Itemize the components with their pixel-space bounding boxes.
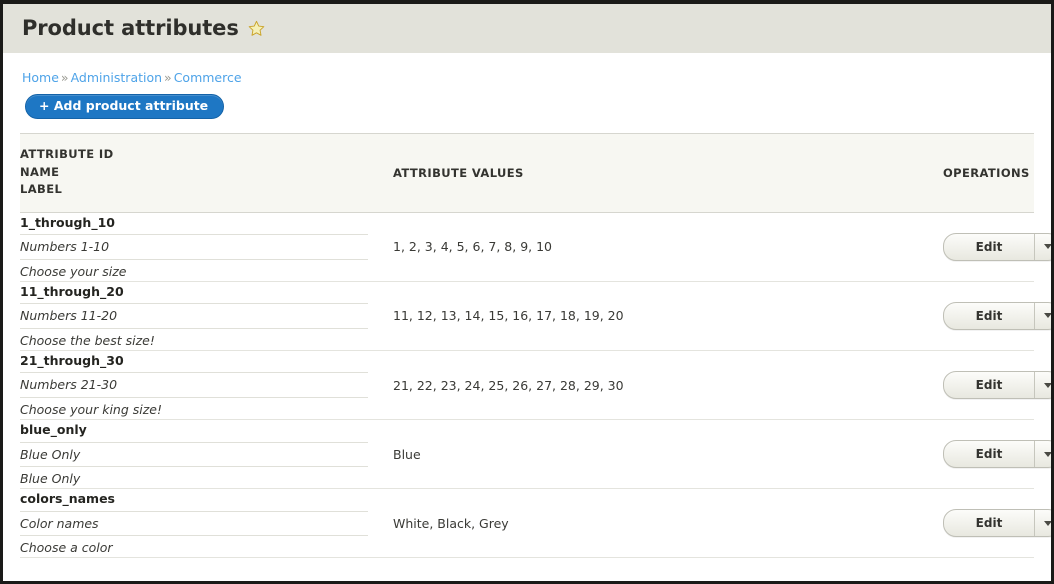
chevron-down-icon <box>1043 451 1051 457</box>
column-header-label-attribute-id: ATTRIBUTE ID <box>20 147 114 162</box>
column-header-label-label: LABEL <box>20 182 63 197</box>
cell-operations: Edit <box>943 488 1051 559</box>
attribute-name: Numbers 1-10 <box>20 235 368 260</box>
edit-button[interactable]: Edit <box>944 372 1035 399</box>
table-row: 11_through_20 Numbers 11-20 Choose the bes… <box>20 281 1051 352</box>
operations-toggle-button[interactable] <box>1035 510 1051 536</box>
operations-toggle-button[interactable] <box>1035 234 1051 260</box>
cell-operations: Edit <box>943 212 1051 282</box>
operations-dropbutton[interactable]: Edit <box>943 232 1051 261</box>
cell-attribute-identity: 11_through_20 Numbers 11-20 Choose the bes… <box>20 281 393 352</box>
cell-operations: Edit <box>943 350 1051 421</box>
cell-attribute-identity: 1_through_10 Numbers 1-10 Choose your size <box>20 212 393 282</box>
column-header-operations: OPERATIONS <box>943 133 1034 213</box>
operations-dropbutton[interactable]: Edit <box>943 440 1051 469</box>
page-header: Product attributes <box>3 4 1051 53</box>
cell-attribute-identity: 21_through_30 Numbers 21-30 Choose your ki… <box>20 350 393 421</box>
cell-attribute-identity: blue_only Blue Only Blue Only <box>20 419 393 490</box>
table-body: 1_through_10 Numbers 1-10 Choose your size… <box>20 212 1051 559</box>
breadcrumb: Home» Administration» Commerce <box>3 53 1051 85</box>
table-row: blue_only Blue Only Blue Only Blue Edit <box>20 419 1051 490</box>
attribute-label: Choose your king size! <box>20 401 162 417</box>
edit-button[interactable]: Edit <box>944 302 1035 329</box>
page-actions: + Add product attribute <box>3 85 1051 120</box>
breadcrumb-separator: » <box>164 70 172 85</box>
attribute-label: Choose your size <box>20 263 127 279</box>
chevron-down-icon <box>1043 520 1051 526</box>
attribute-name: Numbers 21-30 <box>20 373 368 398</box>
operations-toggle-button[interactable] <box>1035 441 1051 467</box>
column-header-label-name: NAME <box>20 164 60 179</box>
attribute-id: 1_through_10 <box>20 213 368 236</box>
attribute-label: Blue Only <box>20 470 81 486</box>
chevron-down-icon <box>1043 382 1051 388</box>
table-row: colors_names Color names Choose a color Whi… <box>20 488 1051 559</box>
attribute-name: Color names <box>20 512 368 537</box>
edit-button[interactable]: Edit <box>944 510 1035 537</box>
attribute-label: Choose the best size! <box>20 332 155 348</box>
attribute-id: colors_names <box>20 489 368 512</box>
attribute-id: 21_through_30 <box>20 351 368 374</box>
product-attributes-table-wrapper: ATTRIBUTE ID NAME LABEL ATTRIBUTE VALUES… <box>20 133 1051 559</box>
operations-toggle-button[interactable] <box>1035 303 1051 329</box>
product-attributes-table: ATTRIBUTE ID NAME LABEL ATTRIBUTE VALUES… <box>20 133 1051 559</box>
edit-button[interactable]: Edit <box>944 441 1035 468</box>
column-header-attribute-values: ATTRIBUTE VALUES <box>393 133 943 213</box>
chevron-down-icon <box>1043 244 1051 250</box>
attribute-id: blue_only <box>20 420 368 443</box>
table-row: 1_through_10 Numbers 1-10 Choose your size… <box>20 212 1051 282</box>
cell-attribute-values: 21, 22, 23, 24, 25, 26, 27, 28, 29, 30 <box>393 350 943 421</box>
operations-dropbutton[interactable]: Edit <box>943 371 1051 400</box>
attribute-name: Blue Only <box>20 443 368 467</box>
column-header-attribute-id: ATTRIBUTE ID NAME LABEL <box>20 133 393 213</box>
operations-dropbutton[interactable]: Edit <box>943 301 1051 330</box>
star-icon[interactable] <box>248 20 265 37</box>
attribute-name: Numbers 11-20 <box>20 304 368 329</box>
breadcrumb-item-administration[interactable]: Administration <box>71 70 162 85</box>
page-root: Product attributes Home» Administration» C… <box>0 0 1054 584</box>
operations-dropbutton[interactable]: Edit <box>943 509 1051 538</box>
cell-operations: Edit <box>943 419 1051 490</box>
edit-button[interactable]: Edit <box>944 233 1035 260</box>
table-header-row: ATTRIBUTE ID NAME LABEL ATTRIBUTE VALUES… <box>20 133 1034 213</box>
cell-attribute-identity: colors_names Color names Choose a color <box>20 488 393 559</box>
page-title: Product attributes <box>22 16 239 40</box>
breadcrumb-item-home[interactable]: Home <box>22 70 59 85</box>
cell-attribute-values: 1, 2, 3, 4, 5, 6, 7, 8, 9, 10 <box>393 212 943 282</box>
table-header: ATTRIBUTE ID NAME LABEL ATTRIBUTE VALUES… <box>20 133 1034 213</box>
cell-operations: Edit <box>943 281 1051 352</box>
add-product-attribute-button[interactable]: + Add product attribute <box>25 94 225 120</box>
breadcrumb-separator: » <box>60 70 69 85</box>
attribute-label: Choose a color <box>20 540 113 556</box>
table-row: 21_through_30 Numbers 21-30 Choose your ki… <box>20 350 1051 421</box>
cell-attribute-values: White, Black, Grey <box>393 488 943 559</box>
cell-attribute-values: 11, 12, 13, 14, 15, 16, 17, 18, 19, 20 <box>393 281 943 352</box>
chevron-down-icon <box>1043 313 1051 319</box>
operations-toggle-button[interactable] <box>1035 372 1051 398</box>
attribute-id: 11_through_20 <box>20 282 368 305</box>
breadcrumb-item-commerce[interactable]: Commerce <box>174 70 242 85</box>
cell-attribute-values: Blue <box>393 419 943 490</box>
